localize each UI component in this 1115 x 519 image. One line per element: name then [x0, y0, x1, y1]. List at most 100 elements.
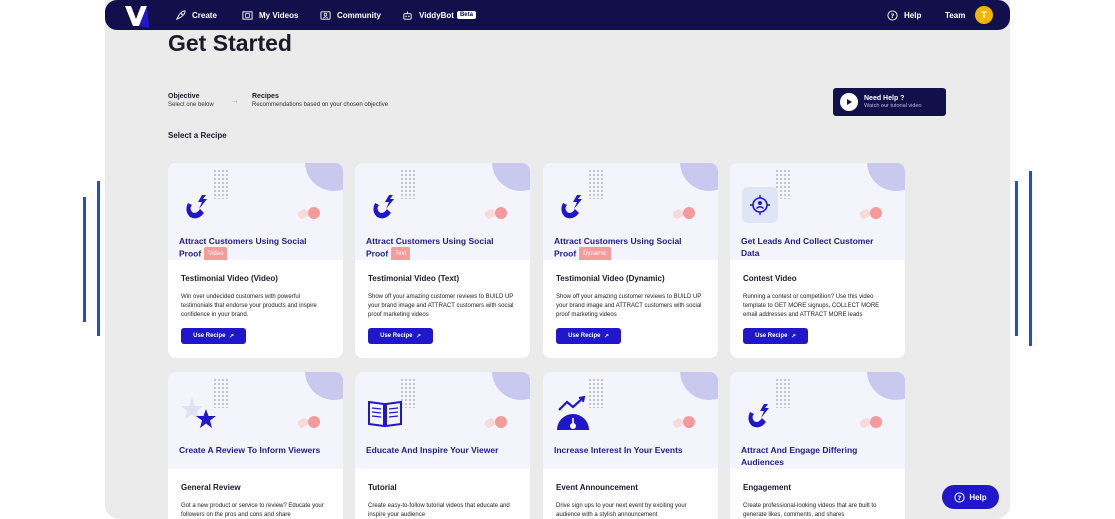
card-objective: Create A Review To Inform Viewers — [179, 445, 321, 455]
recipe-card[interactable]: Educate And Inspire Your Viewer Tutorial… — [355, 372, 530, 519]
nav-team[interactable]: Team — [945, 0, 965, 30]
recipe-card[interactable]: Increase Interest In Your Events Event A… — [543, 372, 718, 519]
card-video-name: Tutorial — [368, 483, 397, 492]
nav-my-videos-label: My Videos — [259, 10, 299, 20]
card-objective: Educate And Inspire Your Viewer — [366, 445, 499, 455]
floating-help-button[interactable]: ? Help — [942, 485, 999, 509]
arrow-up-right-icon: ↗ — [228, 333, 234, 340]
recipe-card[interactable]: Attract And Engage Differing Audiences E… — [730, 372, 905, 519]
pill-decor-icon — [484, 207, 507, 219]
card-objective: Attract And Engage Differing Audiences — [741, 445, 858, 467]
pill-decor-icon — [672, 207, 695, 219]
card-header: Attract Customers Using Social Proof Dyna… — [543, 163, 718, 260]
viddyoze-logo[interactable] — [123, 4, 149, 28]
question-icon: ? — [954, 491, 965, 503]
recipe-card[interactable]: Create A Review To Inform Viewers Genera… — [168, 372, 343, 519]
decor-line-right-2 — [1029, 171, 1032, 346]
svg-text:?: ? — [958, 493, 962, 501]
svg-text:?: ? — [891, 11, 895, 19]
gauge-trend-icon — [557, 396, 589, 430]
card-header: Attract Customers Using Social Proof Text — [355, 163, 530, 260]
card-video-name: Event Announcement — [556, 483, 638, 492]
need-help-button[interactable]: Need Help ? Watch our tutorial video — [833, 88, 946, 116]
card-header: Educate And Inspire Your Viewer — [355, 372, 530, 469]
card-description: Create professional-looking videos that … — [743, 503, 877, 518]
card-header: Increase Interest In Your Events — [543, 372, 718, 469]
pill-decor-icon — [297, 207, 320, 219]
pill-decor-icon — [859, 207, 882, 219]
step-recipes-subtitle: Recommendations based on your chosen obj… — [252, 102, 389, 108]
beta-badge: Beta — [456, 11, 476, 19]
card-tag: Video — [204, 247, 228, 260]
magnet-icon — [748, 404, 769, 428]
decor-line-right-1 — [1015, 181, 1018, 336]
robot-icon — [403, 10, 412, 20]
film-icon — [242, 10, 253, 20]
question-icon: ? — [887, 9, 898, 21]
step-objective-subtitle: Select one below — [168, 102, 214, 108]
nav-create-label: Create — [192, 10, 217, 20]
arrow-up-right-icon: ↗ — [415, 333, 421, 340]
card-description: Show off your amazing customer reviews t… — [368, 294, 514, 318]
nav-my-videos[interactable]: My Videos — [242, 0, 298, 30]
card-header: Get Leads And Collect Customer Data — [730, 163, 905, 260]
magnet-icon — [373, 195, 394, 219]
card-video-name: General Review — [181, 483, 241, 492]
step-recipes[interactable]: Recipes Recommendations based on your ch… — [252, 93, 388, 108]
decor-line-left-2 — [97, 181, 100, 336]
decor-line-left-1 — [83, 197, 86, 322]
card-video-name: Testimonial Video (Video) — [181, 274, 278, 283]
play-icon — [840, 93, 858, 111]
nav-team-label: Team — [945, 10, 966, 20]
magnet-icon — [561, 195, 582, 219]
nav-community[interactable]: Community — [320, 0, 381, 30]
card-description: Got a new product or service to review? … — [181, 503, 324, 518]
card-header: Create A Review To Inform Viewers — [168, 372, 343, 469]
pill-decor-icon — [672, 416, 695, 428]
use-recipe-button[interactable]: Use Recipe ↗ — [181, 328, 246, 344]
nav-help[interactable]: ? Help — [887, 0, 921, 30]
nav-community-label: Community — [337, 10, 381, 20]
target-user-icon — [742, 187, 778, 223]
card-objective: Attract Customers Using Social Proof Text — [366, 235, 516, 260]
recipe-card[interactable]: Get Leads And Collect Customer Data Cont… — [730, 163, 905, 358]
magnet-icon — [186, 195, 207, 219]
recipe-card[interactable]: Attract Customers Using Social Proof Dyna… — [543, 163, 718, 358]
community-icon — [320, 10, 331, 20]
nav-viddybot[interactable]: ViddyBot Beta — [402, 0, 476, 30]
step-objective[interactable]: Objective Select one below — [168, 93, 214, 108]
app-frame: Create My Videos Community ViddyBot Beta… — [105, 0, 1010, 519]
select-recipe-label: Select a Recipe — [168, 131, 227, 140]
arrow-up-right-icon: ↗ — [603, 333, 609, 340]
need-help-title: Need Help ? — [864, 95, 905, 102]
card-description: Running a contest or competition? Use th… — [743, 294, 880, 318]
use-recipe-button[interactable]: Use Recipe ↗ — [368, 328, 433, 344]
recipe-card[interactable]: Attract Customers Using Social Proof Vide… — [168, 163, 343, 358]
rocket-icon — [175, 9, 186, 20]
card-objective: Increase Interest In Your Events — [554, 445, 683, 455]
avatar[interactable]: T — [975, 6, 993, 24]
card-description: Drive sign ups to your next event by exc… — [556, 503, 687, 518]
card-objective: Get Leads And Collect Customer Data — [741, 236, 874, 258]
card-video-name: Engagement — [743, 483, 792, 492]
nav-create[interactable]: Create — [175, 0, 217, 30]
use-recipe-button[interactable]: Use Recipe ↗ — [743, 328, 808, 344]
star-icon — [181, 398, 216, 428]
card-description: Show off your amazing customer reviews t… — [556, 294, 702, 318]
nav-viddybot-label: ViddyBot — [419, 10, 454, 20]
card-video-name: Contest Video — [743, 274, 797, 283]
pill-decor-icon — [859, 416, 882, 428]
card-description: Win over undecided customers with powerf… — [181, 294, 317, 318]
recipe-card[interactable]: Attract Customers Using Social Proof Text… — [355, 163, 530, 358]
card-tag: Dynamic — [579, 247, 611, 260]
step-arrow-icon: → — [231, 96, 239, 105]
use-recipe-button[interactable]: Use Recipe ↗ — [556, 328, 621, 344]
step-objective-title: Objective — [168, 93, 200, 100]
card-header: Attract Customers Using Social Proof Vide… — [168, 163, 343, 260]
floating-help-label: Help — [969, 492, 987, 502]
page-title: Get Started — [168, 30, 292, 56]
card-header: Attract And Engage Differing Audiences — [730, 372, 905, 469]
pill-decor-icon — [297, 416, 320, 428]
card-tag: Text — [391, 247, 411, 260]
card-description: Create easy-to-follow tutorial videos th… — [368, 503, 510, 518]
